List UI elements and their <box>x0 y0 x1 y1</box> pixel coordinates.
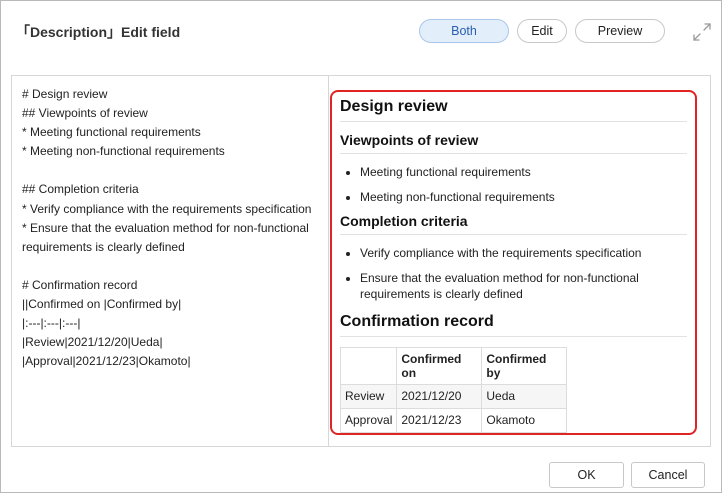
table-row: Review 2021/12/20 Ueda <box>339 383 568 409</box>
list-item: Ensure that the evaluation method for no… <box>360 270 687 303</box>
table-cell: Review <box>339 383 398 409</box>
source-line: |Review|2021/12/20|Ueda| <box>22 335 163 350</box>
dialog-title: 「Description」Edit field <box>16 24 181 40</box>
table-cell: 2021/12/20 <box>396 383 483 409</box>
source-line: ## Viewpoints of review <box>22 106 148 121</box>
source-line: # Confirmation record <box>22 277 138 292</box>
table-header-cell: Confirmed on <box>396 346 483 385</box>
preview-heading-viewpoints: Viewpoints of review <box>340 132 687 154</box>
table-row: Approval 2021/12/23 Okamoto <box>339 407 568 433</box>
source-line: ||Confirmed on |Confirmed by| <box>22 297 182 312</box>
table-header-cell: Confirmed by <box>481 346 568 385</box>
preview-heading-design-review: Design review <box>340 98 687 122</box>
table-cell: Okamoto <box>481 407 568 433</box>
markdown-source-editor[interactable]: # Design review ## Viewpoints of review … <box>12 76 329 446</box>
cancel-button[interactable]: Cancel <box>631 462 705 488</box>
expand-arrows-icon[interactable] <box>691 21 713 43</box>
ok-button[interactable]: OK <box>549 462 624 488</box>
preview-heading-confirmation: Confirmation record <box>340 313 687 337</box>
source-line <box>22 161 328 180</box>
mode-edit-button[interactable]: Edit <box>517 19 567 43</box>
table-cell: Approval <box>339 407 398 433</box>
table-cell: 2021/12/23 <box>396 407 483 433</box>
edit-field-dialog: 「Description」Edit field Both Edit Previe… <box>0 0 722 493</box>
source-line: |:---|:---|:---| <box>22 316 81 331</box>
confirmation-table: Confirmed on Confirmed by Review 2021/12… <box>339 346 568 433</box>
mode-both-button[interactable]: Both <box>419 19 509 43</box>
editor-content-area: # Design review ## Viewpoints of review … <box>11 75 711 447</box>
markdown-preview-pane: Design review Viewpoints of review Meeti… <box>330 90 697 435</box>
source-line: |Approval|2021/12/23|Okamoto| <box>22 354 191 369</box>
viewpoints-list: Meeting functional requirements Meeting … <box>340 164 687 205</box>
source-line: * Ensure that the evaluation method for … <box>22 220 309 254</box>
source-line <box>22 257 328 276</box>
list-item: Meeting functional requirements <box>360 164 687 181</box>
source-line: ## Completion criteria <box>22 182 139 197</box>
table-header-cell <box>339 346 398 385</box>
source-line: # Design review <box>22 87 108 101</box>
list-item: Verify compliance with the requirements … <box>360 245 687 262</box>
source-line: * Meeting functional requirements <box>22 125 201 140</box>
completion-list: Verify compliance with the requirements … <box>340 245 687 303</box>
preview-heading-completion: Completion criteria <box>340 213 687 235</box>
source-line: * Verify compliance with the requirement… <box>22 201 312 216</box>
source-line: * Meeting non-functional requirements <box>22 144 225 159</box>
table-header-row: Confirmed on Confirmed by <box>339 346 568 385</box>
mode-preview-button[interactable]: Preview <box>575 19 665 43</box>
list-item: Meeting non-functional requirements <box>360 189 687 206</box>
table-cell: Ueda <box>481 383 568 409</box>
